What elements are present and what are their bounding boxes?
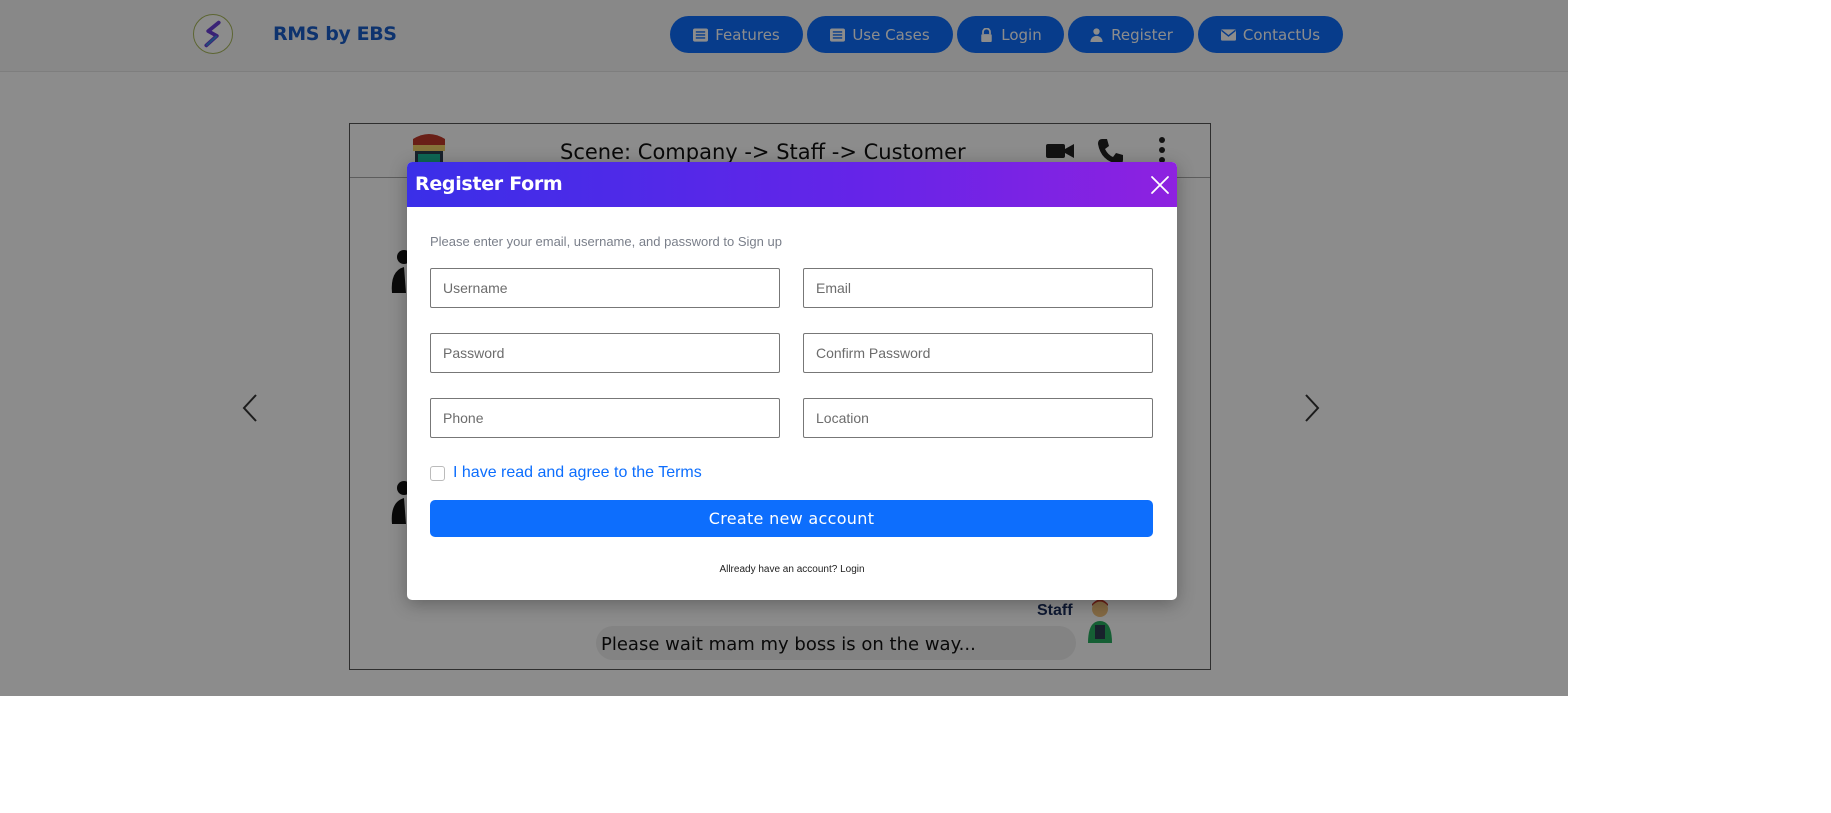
terms-label[interactable]: I have read and agree to the Terms	[453, 464, 702, 482]
terms-checkbox[interactable]	[430, 466, 445, 481]
password-field[interactable]	[430, 333, 780, 373]
email-field[interactable]	[803, 268, 1153, 308]
close-button[interactable]	[1149, 174, 1171, 196]
modal-title: Register Form	[415, 173, 563, 195]
modal-header: Register Form	[407, 162, 1177, 207]
close-icon	[1151, 176, 1169, 194]
confirm-password-field[interactable]	[803, 333, 1153, 373]
create-account-button[interactable]: Create new account	[430, 500, 1153, 537]
username-field[interactable]	[430, 268, 780, 308]
register-modal: Register Form Please enter your email, u…	[407, 162, 1177, 600]
phone-field[interactable]	[430, 398, 780, 438]
location-field[interactable]	[803, 398, 1153, 438]
login-link[interactable]: Allready have an account? Login	[407, 564, 1177, 575]
form-hint: Please enter your email, username, and p…	[430, 234, 782, 249]
